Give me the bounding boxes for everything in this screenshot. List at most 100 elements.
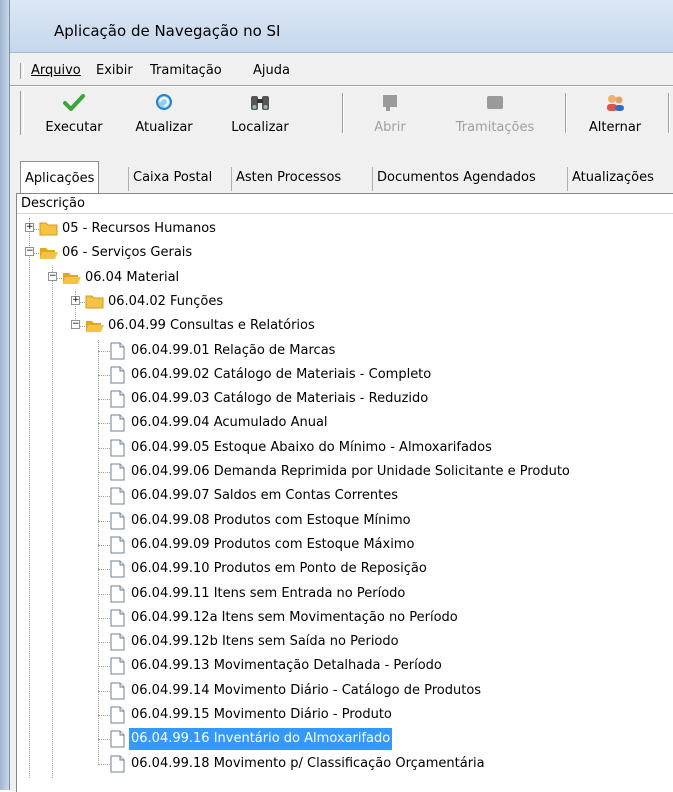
- tree-item-report[interactable]: 06.04.99.16 Inventário do Almoxarifado: [17, 728, 673, 752]
- tree-item-label: 06.04.99.06 Demanda Reprimida por Unidad…: [131, 464, 570, 479]
- tree-item-folder[interactable]: +06.04.02 Funções: [17, 291, 673, 315]
- refresh-icon: [156, 94, 172, 110]
- client-area: Arquivo Exibir Tramitação Ajuda Executar…: [10, 52, 673, 792]
- tree-item-report[interactable]: 06.04.99.01 Relação de Marcas: [17, 340, 673, 364]
- tab-atualizacoes[interactable]: Atualizações: [567, 167, 658, 191]
- tree-connector-line: [98, 447, 110, 449]
- tree-item-report[interactable]: 06.04.99.08 Produtos com Estoque Mínimo: [17, 510, 673, 534]
- document-icon: [110, 366, 125, 384]
- tree-connector-line: [98, 350, 110, 352]
- alternar-label: Alternar: [588, 120, 642, 135]
- tree-item-folder[interactable]: − 06.04 Material: [17, 267, 673, 291]
- tree-item-report[interactable]: 06.04.99.12b Itens sem Saída no Periodo: [17, 631, 673, 655]
- tab-asten-processos[interactable]: Asten Processos: [231, 167, 345, 191]
- tree-item-label: 06 - Serviços Gerais: [62, 245, 193, 261]
- app-window: Aplicação de Navegação no SI Arquivo Exi…: [0, 0, 673, 792]
- toolbar-grip[interactable]: [20, 91, 24, 135]
- tree-item-report[interactable]: 06.04.99.15 Movimento Diário - Produto: [17, 704, 673, 728]
- tramitacoes-button[interactable]: Tramitações: [445, 89, 545, 137]
- document-icon: [110, 560, 125, 578]
- tree-connector-line: [98, 496, 110, 498]
- abrir-button[interactable]: Abrir: [355, 89, 425, 137]
- tab-documentos-agendados[interactable]: Documentos Agendados: [372, 167, 540, 191]
- document-icon: [110, 657, 125, 675]
- tree-item-folder[interactable]: +05 - Recursos Humanos: [17, 218, 673, 242]
- tab-bar: Aplicações Caixa Postal Asten Processos …: [10, 159, 673, 193]
- tree-item-label: 06.04.99.05 Estoque Abaixo do Mínimo - A…: [131, 439, 492, 455]
- tree-item-label: 06.04.99.14 Movimento Diário - Catálogo …: [131, 682, 482, 698]
- title-bar[interactable]: Aplicação de Navegação no SI: [10, 0, 673, 52]
- executar-label: Executar: [45, 120, 103, 135]
- tree-item-report[interactable]: 06.04.99.09 Produtos com Estoque Máximo: [17, 534, 673, 558]
- menu-ajuda[interactable]: Ajuda: [253, 63, 290, 78]
- menu-exibir[interactable]: Exibir: [96, 63, 133, 78]
- document-icon: [110, 755, 125, 773]
- menu-grip[interactable]: [20, 63, 24, 79]
- binoculars-icon: [251, 96, 269, 110]
- window-title: Aplicação de Navegação no SI: [54, 22, 281, 40]
- tree-item-label: 06.04.99.02 Catálogo de Materiais - Comp…: [131, 366, 432, 382]
- menu-arquivo[interactable]: Arquivo: [31, 63, 81, 78]
- tree-item-label: 06.04.99.09 Produtos com Estoque Máximo: [131, 536, 415, 552]
- tree-item-report[interactable]: 06.04.99.06 Demanda Reprimida por Unidad…: [17, 461, 673, 485]
- toolbar: Executar Atualizar Localizar Abrir Trami…: [10, 87, 673, 139]
- document-icon: [110, 463, 125, 481]
- tree-connector-line: [98, 642, 110, 644]
- expand-icon[interactable]: +: [25, 223, 34, 232]
- tree-item-folder[interactable]: − 06.04.99 Consultas e Relatórios: [17, 315, 673, 339]
- localizar-button[interactable]: Localizar: [210, 89, 310, 137]
- tree-item-report[interactable]: 06.04.99.04 Acumulado Anual: [17, 412, 673, 436]
- tree-connector-line: [98, 472, 110, 473]
- tree-connector-line: [98, 520, 110, 522]
- document-icon: [110, 439, 125, 457]
- document-icon: [110, 706, 125, 724]
- check-icon: [63, 94, 85, 111]
- toolbar-separator: [565, 93, 567, 133]
- tree-view[interactable]: +05 - Recursos Humanos −06 - Serviços Ger…: [17, 216, 673, 792]
- tree-item-report[interactable]: 06.04.99.13 Movimentação Detalhada - Per…: [17, 655, 673, 679]
- collapse-icon[interactable]: −: [25, 247, 34, 257]
- tree-connector-line: [98, 593, 110, 595]
- tree-item-report[interactable]: 06.04.99.07 Saldos em Contas Correntes: [17, 485, 673, 509]
- tree-item-report[interactable]: 06.04.99.18 Movimento p/ Classificação O…: [17, 753, 673, 777]
- tab-caixa-postal[interactable]: Caixa Postal: [128, 167, 216, 191]
- document-icon: [110, 390, 125, 408]
- tree-connector-line: [98, 399, 110, 401]
- tree-item-report[interactable]: 06.04.99.10 Produtos em Ponto de Reposiç…: [17, 558, 673, 582]
- alternar-button[interactable]: Alternar: [575, 89, 655, 137]
- expand-icon[interactable]: +: [71, 295, 80, 305]
- tab-aplicacoes[interactable]: Aplicações: [20, 161, 100, 193]
- tree-item-label: 06.04.99.15 Movimento Diário - Produto: [131, 707, 392, 722]
- document-icon: [110, 730, 125, 748]
- document-icon: [110, 585, 125, 602]
- tree-item-label: 06.04.99.18 Movimento p/ Classificação O…: [131, 755, 485, 771]
- tree-item-label: 06.04.99.07 Saldos em Contas Correntes: [131, 488, 398, 504]
- tree-item-label: 06.04.99.10 Produtos em Ponto de Reposiç…: [131, 561, 427, 577]
- tree-item-report[interactable]: 06.04.99.02 Catálogo de Materiais - Comp…: [17, 364, 673, 388]
- tree-item-label: 06.04 Material: [85, 269, 180, 285]
- tree-item-report[interactable]: 06.04.99.05 Estoque Abaixo do Mínimo - A…: [17, 437, 673, 461]
- tree-connector-line: [98, 374, 110, 376]
- document-icon: [110, 487, 125, 505]
- tree-item-label: 06.04.99.03 Catálogo de Materiais - Redu…: [131, 391, 429, 407]
- folder-open-icon: [63, 272, 81, 284]
- document-icon: [110, 609, 125, 627]
- tree-item-report[interactable]: 06.04.99.14 Movimento Diário - Catálogo …: [17, 680, 673, 704]
- folder-icon: [39, 222, 58, 236]
- executar-button[interactable]: Executar: [30, 89, 118, 137]
- menu-tramitacao[interactable]: Tramitação: [150, 63, 222, 78]
- tree-connector-line: [98, 666, 110, 668]
- tree-item-folder[interactable]: − 06 - Serviços Gerais: [17, 242, 673, 266]
- collapse-icon[interactable]: −: [48, 271, 57, 281]
- column-header-descricao[interactable]: Descrição: [17, 194, 673, 214]
- folder-open-icon: [40, 248, 58, 260]
- document-icon: [110, 682, 125, 700]
- tree-item-report[interactable]: 06.04.99.03 Catálogo de Materiais - Redu…: [17, 388, 673, 412]
- tree-connector-line: [98, 617, 110, 619]
- collapse-icon[interactable]: −: [71, 320, 80, 330]
- tree-item-report[interactable]: 06.04.99.11 Itens sem Entrada no Período: [17, 583, 673, 607]
- atualizar-button[interactable]: Atualizar: [120, 89, 208, 137]
- tree-connector-line: [98, 690, 110, 692]
- tree-item-report[interactable]: 06.04.99.12a Itens sem Movimentação no P…: [17, 607, 673, 631]
- tree-item-label: 06.04.99.16 Inventário do Almoxarifado: [129, 728, 393, 751]
